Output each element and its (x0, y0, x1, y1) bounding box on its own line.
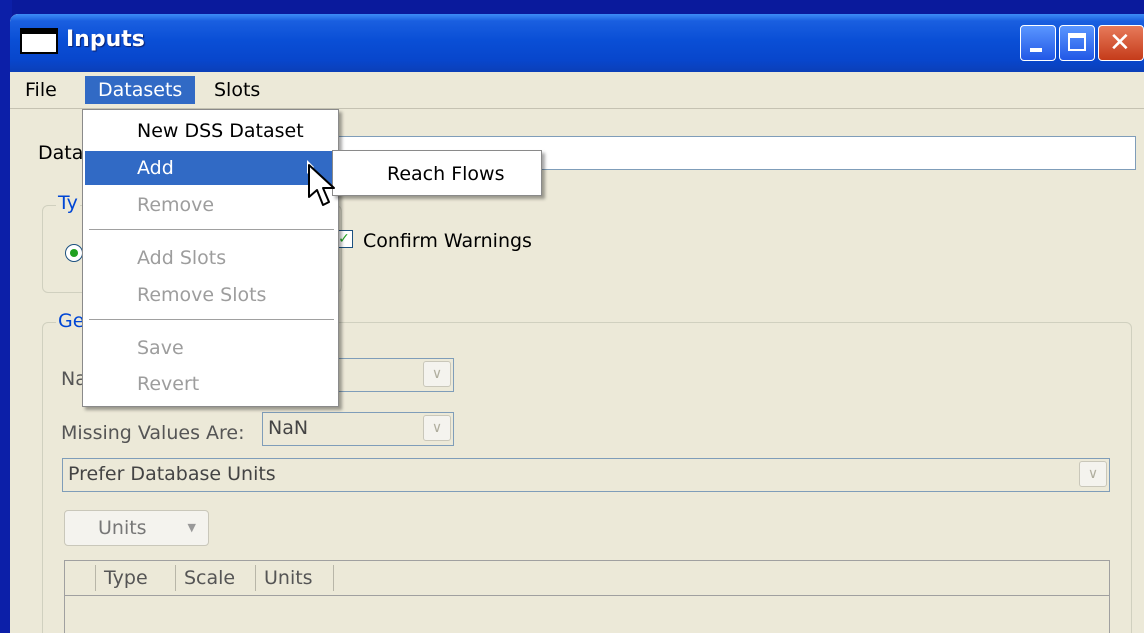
datasets-menu: New DSS Dataset Add Remove Add Slots Rem… (82, 109, 339, 407)
dataset-label: Data (38, 142, 84, 164)
column-header-scale[interactable]: Scale (175, 565, 235, 591)
missing-values-label: Missing Values Are: (61, 422, 245, 444)
missing-values-combo[interactable]: NaN ∨ (262, 412, 454, 446)
units-table[interactable]: Type Scale Units (64, 560, 1110, 633)
chevron-down-icon: ∨ (423, 415, 451, 441)
menu-separator (89, 229, 334, 230)
column-header-type[interactable]: Type (95, 565, 148, 591)
add-submenu: Reach Flows (332, 150, 542, 196)
title-bar[interactable]: Inputs (10, 14, 1144, 72)
type-group-title: Ty (56, 192, 80, 214)
units-preference-combo[interactable]: Prefer Database Units ∨ (62, 458, 1110, 492)
menu-item-remove-slots[interactable]: Remove Slots (85, 278, 336, 312)
close-button[interactable] (1098, 25, 1144, 61)
column-divider (333, 565, 342, 591)
menu-bar: File Datasets Slots (10, 72, 1144, 109)
chevron-down-icon: ∨ (1079, 461, 1107, 487)
menu-item-remove[interactable]: Remove (85, 188, 336, 222)
minimize-button[interactable] (1020, 25, 1056, 61)
mouse-cursor-icon (308, 164, 335, 206)
column-header-units[interactable]: Units (255, 565, 313, 591)
menu-item-new-dss-dataset[interactable]: New DSS Dataset (85, 114, 336, 148)
menu-item-revert[interactable]: Revert (85, 367, 336, 401)
menu-item-save[interactable]: Save (85, 331, 336, 365)
units-button[interactable]: Units ▼ (64, 510, 209, 546)
menu-separator (89, 319, 334, 320)
maximize-button[interactable] (1059, 25, 1095, 61)
table-header: Type Scale Units (65, 561, 1109, 596)
type-radio[interactable] (65, 244, 83, 262)
menu-datasets[interactable]: Datasets (85, 76, 196, 104)
caret-down-icon: ▼ (187, 521, 196, 534)
chevron-down-icon: ∨ (423, 361, 451, 387)
menu-item-reach-flows[interactable]: Reach Flows (333, 157, 541, 191)
menu-slots[interactable]: Slots (203, 76, 271, 104)
window-icon (20, 28, 58, 54)
missing-values-value: NaN (268, 417, 309, 439)
menu-item-add-label: Add (137, 157, 174, 179)
window-title: Inputs (66, 27, 145, 52)
menu-file[interactable]: File (14, 76, 68, 104)
units-preference-value: Prefer Database Units (68, 463, 276, 485)
confirm-warnings-label: Confirm Warnings (363, 230, 532, 252)
menu-item-add[interactable]: Add (85, 151, 336, 185)
menu-item-add-slots[interactable]: Add Slots (85, 241, 336, 275)
units-button-label: Units (98, 517, 147, 539)
